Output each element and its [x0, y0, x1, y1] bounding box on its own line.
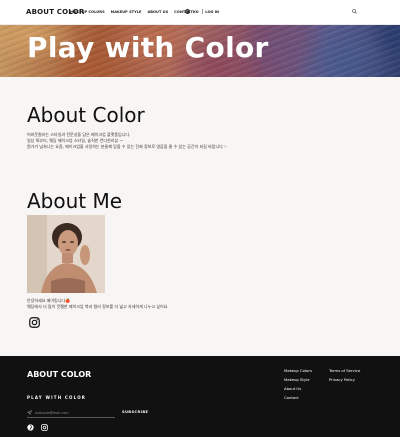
footer-link-about-us[interactable]: About Us — [284, 386, 312, 391]
about-color-line: 뭔가가 넘쳐나는 요즘, 메이크업을 사랑하는 분들께 믿을 수 있는 진짜 정… — [27, 144, 227, 149]
language-selector[interactable]: KO — [193, 10, 199, 14]
site-footer: ABOUT COLOR PLAY WITH COLOR example@mail… — [0, 356, 400, 437]
email-placeholder: example@mail.com — [35, 410, 69, 415]
profile-photo — [27, 215, 105, 293]
footer-link-privacy[interactable]: Privacy Policy — [329, 377, 360, 382]
globe-icon — [185, 9, 190, 14]
hero-title: Play with Color — [27, 31, 269, 64]
hero-banner: Play with Color — [0, 25, 400, 77]
site-header: ABOUT COLOR MAKEUP COLORS MAKEUP STYLE A… — [0, 0, 400, 25]
login-link[interactable]: LOG IN — [205, 10, 219, 14]
language-and-login: KO LOG IN — [185, 9, 219, 14]
nav-makeup-colors[interactable]: MAKEUP COLORS — [70, 10, 105, 14]
portrait-image — [27, 215, 105, 293]
about-me-text: 안녕하세요 메이킹니다🍎 웨딩에서 더 많이 웃쨍한 메이크업 북과 컬러 정보… — [27, 298, 327, 310]
footer-tagline: PLAY WITH COLOR — [27, 395, 87, 400]
footer-link-terms[interactable]: Terms of Service — [329, 368, 360, 373]
footer-links-primary: Makeup Colors Makeup Style About Us Cont… — [284, 368, 312, 400]
nav-about-us[interactable]: ABOUT US — [147, 10, 168, 14]
about-me-heading: About Me — [27, 189, 123, 213]
nav-makeup-style[interactable]: MAKEUP STYLE — [111, 10, 142, 14]
main-nav: MAKEUP COLORS MAKEUP STYLE ABOUT US CONT… — [70, 10, 193, 14]
footer-links-legal: Terms of Service Privacy Policy — [329, 368, 360, 382]
footer-link-makeup-colors[interactable]: Makeup Colors — [284, 368, 312, 373]
newsletter-email-input[interactable]: example@mail.com — [27, 408, 115, 418]
about-color-heading: About Color — [27, 103, 145, 127]
about-color-text: 어바웃컬러는 스타일과 전문성을 담은 메이크업 플랫폼입니다. 일상 룩부터,… — [27, 132, 327, 150]
instagram-icon[interactable] — [29, 317, 40, 328]
send-icon — [27, 410, 32, 415]
search-icon[interactable] — [352, 9, 357, 14]
instagram-icon[interactable] — [41, 424, 48, 431]
about-me-line: 웨딩에서 더 많이 웃쨍한 메이크업 북과 컬러 정보를 더 넓고 자세하게 나… — [27, 304, 168, 309]
pinterest-icon[interactable] — [27, 424, 34, 431]
subscribe-button[interactable]: SUBSCRIBE — [122, 410, 148, 414]
footer-link-makeup-style[interactable]: Makeup Style — [284, 377, 312, 382]
footer-logo[interactable]: ABOUT COLOR — [27, 370, 91, 379]
footer-link-contact[interactable]: Contact — [284, 395, 312, 400]
divider — [201, 9, 203, 14]
